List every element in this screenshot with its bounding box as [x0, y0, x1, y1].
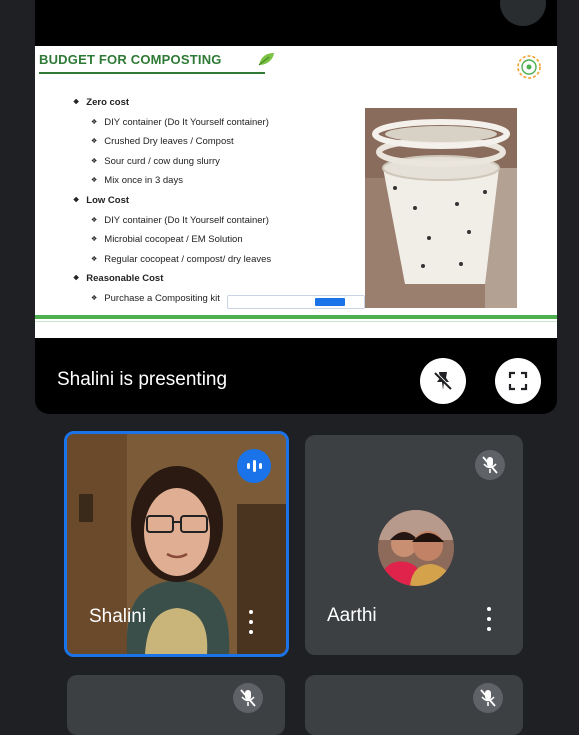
more-options-button[interactable]	[483, 607, 495, 631]
previous-tile-strip	[35, 0, 557, 46]
slide-bullet-list: Zero cost DIY container (Do It Yourself …	[73, 94, 271, 310]
participant-tile[interactable]	[305, 675, 523, 735]
participant-tile-shalini[interactable]: Shalini	[64, 431, 289, 657]
participant-tile-aarthi[interactable]: Aarthi	[305, 435, 523, 655]
list-item: Crushed Dry leaves / Compost	[73, 133, 271, 153]
section-heading: Low Cost	[73, 192, 271, 212]
stop-sharing-button[interactable]	[315, 298, 345, 306]
fullscreen-button[interactable]	[495, 358, 541, 404]
list-item: DIY container (Do It Yourself container)	[73, 212, 271, 232]
mic-off-icon	[473, 683, 503, 713]
shared-slide: BUDGET FOR COMPOSTING Zero cost DIY cont…	[35, 46, 557, 338]
section-heading: Zero cost	[73, 94, 271, 114]
compost-bin-photo	[365, 108, 517, 308]
mic-off-icon	[475, 450, 505, 480]
avatar	[378, 510, 454, 586]
presenting-label: Shalini is presenting	[57, 369, 228, 390]
fullscreen-icon	[508, 371, 528, 391]
more-options-button[interactable]	[245, 610, 257, 634]
slide-footer-rule	[35, 315, 557, 319]
list-item: DIY container (Do It Yourself container)	[73, 114, 271, 134]
participant-tile[interactable]	[67, 675, 285, 735]
leaf-icon	[258, 53, 274, 66]
list-item: Sour curd / cow dung slurry	[73, 153, 271, 173]
title-underline	[39, 72, 265, 74]
section-heading: Reasonable Cost	[73, 270, 271, 290]
speaking-indicator-icon	[237, 449, 271, 483]
screen-share-notice-bar	[227, 295, 365, 309]
organization-logo-icon	[517, 55, 541, 79]
mic-off-icon	[233, 683, 263, 713]
unpin-icon	[434, 371, 453, 390]
presentation-card: BUDGET FOR COMPOSTING Zero cost DIY cont…	[35, 46, 557, 414]
list-item: Microbial cocopeat / EM Solution	[73, 231, 271, 251]
slide-title: BUDGET FOR COMPOSTING	[39, 52, 222, 67]
unpin-button[interactable]	[420, 358, 466, 404]
list-item: Regular cocopeat / compost/ dry leaves	[73, 251, 271, 271]
participant-name: Shalini	[89, 606, 147, 627]
participant-name: Aarthi	[327, 605, 377, 626]
list-item: Mix once in 3 days	[73, 172, 271, 192]
slide-footer-rule-thin	[35, 321, 557, 322]
